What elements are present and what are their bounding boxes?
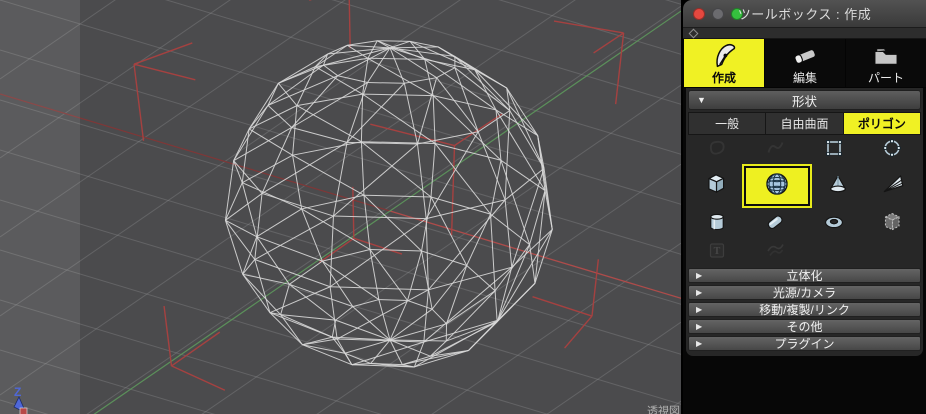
expand-arrow-icon: ▶ [696,287,703,297]
subtab-polygon[interactable]: ポリゴン [843,113,920,134]
pen-icon [709,41,739,71]
diamond-icon[interactable] [688,28,699,38]
viewport-left-strip [0,0,80,414]
expand-arrow-icon: ▶ [696,270,703,280]
palette-substrip [683,28,926,39]
eraser-icon [790,41,820,71]
tool-rectangle-button[interactable] [805,136,863,165]
section-solidify[interactable]: ▶ 立体化 [688,268,921,283]
text-object-icon: T [705,238,729,267]
main-tabs: 作成 編集 パート [683,39,926,88]
tab-edit[interactable]: 編集 [765,39,845,87]
viewport-3d[interactable]: Z 透視図 [0,0,681,414]
collapse-arrow-icon: ▼ [697,95,706,105]
section-other-label: その他 [786,320,823,334]
tab-edit-label: 編集 [792,71,817,85]
section-light-camera[interactable]: ▶ 光源/カメラ [688,285,921,300]
closed-line-icon [705,136,729,165]
capsule-icon [763,210,787,239]
view-label: 透視図 [647,404,680,414]
tool-closed-line-button[interactable] [688,136,746,165]
tab-part-label: パート [867,71,904,85]
tool-row-3 [688,209,921,239]
tool-circle-button[interactable] [863,136,921,165]
section-move-copy-link-label: 移動/複製/リンク [759,303,850,317]
fan-icon [880,171,906,202]
tool-dashed-cube-button[interactable] [863,210,921,239]
tool-sphere-button[interactable] [741,164,812,208]
section-plugins-label: プラグイン [774,337,835,351]
tool-row-1 [688,137,921,163]
tool-capsule-button[interactable] [746,210,804,239]
titlebar[interactable]: ツールボックス : 作成 [683,0,926,28]
subtab-general[interactable]: 一般 [689,113,766,134]
gizmo-origin-marker [19,407,28,414]
expand-arrow-icon: ▶ [696,304,703,314]
tool-fan-button[interactable] [865,171,921,202]
sphere-icon [763,170,791,203]
shape-subtabs: 一般 自由曲面 ポリゴン [688,112,921,135]
curve-lines-icon [763,238,787,267]
cube-icon [703,171,729,202]
tool-open-line-button[interactable] [746,136,804,165]
tab-create[interactable]: 作成 [684,39,764,87]
section-other[interactable]: ▶ その他 [688,319,921,334]
toolbox-palette: ツールボックス : 作成 作成 編集 パート ▼ 形状 一般 自由曲面 ポリゴン… [683,0,926,414]
cylinder-icon [705,210,729,239]
tool-cylinder-button[interactable] [688,210,746,239]
tool-row-2 [688,163,921,209]
circle-icon [880,136,904,165]
expand-arrow-icon: ▶ [696,321,703,331]
shape-section-header[interactable]: ▼ 形状 [688,90,921,110]
svg-text:T: T [714,246,721,257]
tab-create-label: 作成 [711,71,736,85]
gizmo-z-label: Z [14,385,21,399]
tool-cone-button[interactable] [810,171,866,202]
folder-icon [871,41,901,71]
section-plugins[interactable]: ▶ プラグイン [688,336,921,351]
window-title: ツールボックス : 作成 [737,7,872,22]
shape-header-label: 形状 [791,94,817,109]
palette-content: ▼ 形状 一般 自由曲面 ポリゴン T ▶ 立体化 ▶ 光源/カメラ ▶ 移動/… [686,88,923,356]
tab-part[interactable]: パート [846,39,926,87]
subtab-freeform[interactable]: 自由曲面 [766,113,843,134]
cone-icon [825,171,851,202]
torus-icon [822,210,846,239]
application-window: Z 透視図 ツールボックス : 作成 作成 編集 パート ▼ 形状 一般 自由曲… [0,0,926,414]
selected-tool-highlight [741,164,812,208]
tool-curve-lines-button[interactable] [746,238,804,267]
tool-row-4: T [688,239,921,265]
tool-cube-button[interactable] [688,171,744,202]
tool-torus-button[interactable] [805,210,863,239]
rectangle-icon [822,136,846,165]
tool-text-object-button[interactable]: T [688,238,746,267]
section-solidify-label: 立体化 [786,269,823,283]
open-line-icon [763,136,787,165]
section-move-copy-link[interactable]: ▶ 移動/複製/リンク [688,302,921,317]
expand-arrow-icon: ▶ [696,338,703,348]
collapsed-sections: ▶ 立体化 ▶ 光源/カメラ ▶ 移動/複製/リンク ▶ その他 ▶ プラグイン [688,268,921,351]
dashed-cube-icon [880,210,904,239]
section-light-camera-label: 光源/カメラ [772,286,837,300]
